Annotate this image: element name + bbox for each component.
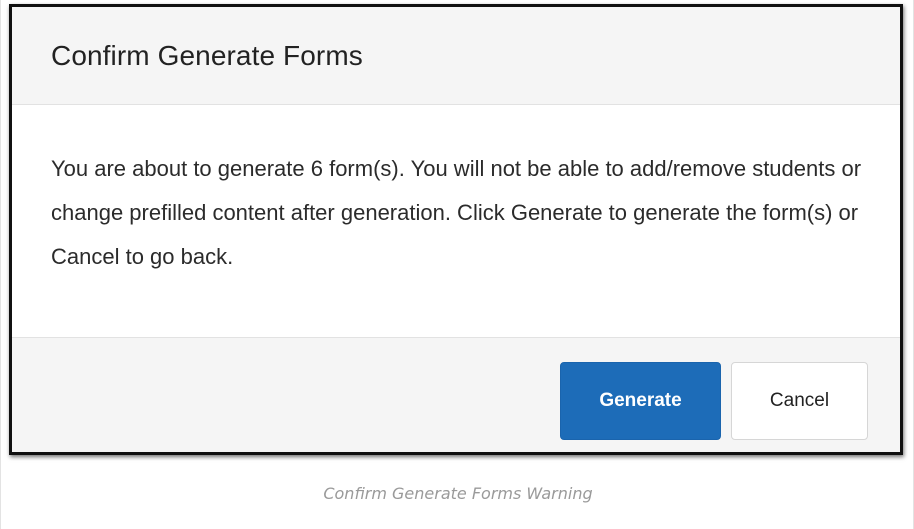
dialog-header: Confirm Generate Forms: [12, 7, 900, 105]
dialog-footer: Generate Cancel: [12, 337, 900, 452]
cancel-button[interactable]: Cancel: [731, 362, 868, 440]
dialog-message: You are about to generate 6 form(s). You…: [51, 156, 862, 269]
generate-button[interactable]: Generate: [560, 362, 721, 440]
dialog-body: You are about to generate 6 form(s). You…: [12, 105, 900, 337]
image-caption: Confirm Generate Forms Warning: [323, 484, 593, 503]
dialog-title: Confirm Generate Forms: [51, 40, 363, 71]
screenshot-frame: Confirm Generate Forms You are about to …: [0, 0, 914, 529]
confirm-generate-dialog: Confirm Generate Forms You are about to …: [9, 4, 903, 455]
